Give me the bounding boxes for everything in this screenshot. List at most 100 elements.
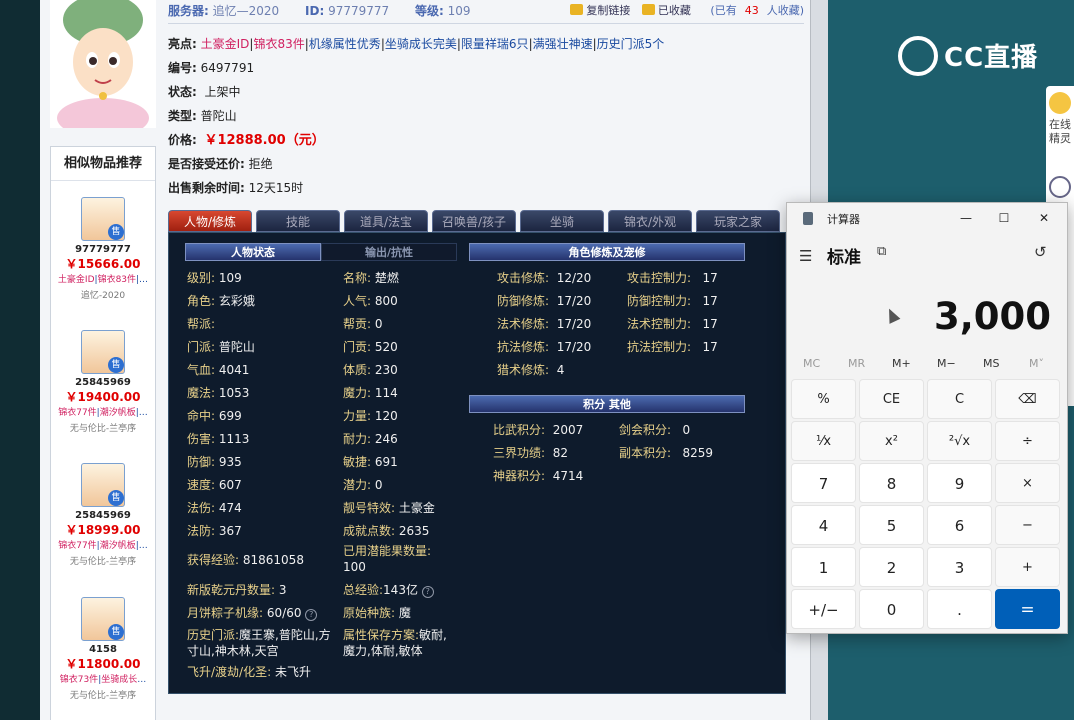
rec-tags: 锦衣77件|潮汐帆板|… [58, 541, 148, 551]
rec-item-3[interactable]: 售 25845969 ￥18999.00 锦衣77件|潮汐帆板|… 无与伦比-兰… [51, 463, 155, 567]
stat-value: 100 [343, 560, 366, 574]
tab-character[interactable]: 人物/修炼 [168, 210, 252, 232]
favorite-button[interactable]: 已收藏 [641, 4, 691, 17]
stat-key: 靓号特效: [343, 501, 396, 515]
nine-button[interactable]: 9 [927, 463, 992, 503]
stat-value: 17 [702, 340, 718, 354]
stat-key: 月饼粽子机缘: [187, 606, 264, 620]
help-icon[interactable]: ? [421, 586, 434, 598]
history-icon[interactable]: ↺ [1034, 243, 1047, 261]
tab-outfits[interactable]: 锦衣/外观 [608, 210, 692, 232]
highlight-tag[interactable]: 历史门派5个 [597, 37, 665, 51]
copy-link-button[interactable]: 复制链接 [570, 4, 630, 17]
rec-id: 25845969 [75, 377, 131, 388]
tab-skills[interactable]: 技能 [256, 210, 340, 232]
highlight-tag[interactable]: 满强壮神速 [533, 37, 593, 51]
rec-tag: 锦衣73件 [59, 675, 99, 685]
stat-key: 抗法控制力: [627, 340, 692, 354]
tab-home[interactable]: 玩家之家 [696, 210, 780, 232]
highlight-tag[interactable]: 机缘属性优秀 [309, 37, 381, 51]
stat-value: 520 [374, 340, 398, 354]
divide-button[interactable]: ÷ [995, 421, 1060, 461]
help-icon[interactable]: ? [305, 609, 318, 621]
memory-store-button[interactable]: MS [983, 357, 999, 370]
six-button[interactable]: 6 [927, 505, 992, 545]
one-button[interactable]: 1 [791, 547, 856, 587]
subtract-button[interactable]: − [995, 505, 1060, 545]
stat-key: 原始种族: [343, 606, 396, 620]
stat-total-exp: 总经验:143亿 ? [343, 581, 434, 598]
memory-add-button[interactable]: M+ [892, 357, 911, 370]
stat-value: 1113 [218, 432, 250, 446]
item-actions: 复制链接 已收藏 (已有 43 人收藏) [562, 0, 804, 22]
stat-key: 神器积分: [493, 469, 546, 483]
rec-thumb[interactable]: 售 [81, 463, 125, 507]
tab-mounts[interactable]: 坐骑 [520, 210, 604, 232]
three-button[interactable]: 3 [927, 547, 992, 587]
score-merit: 三界功绩: 82 [493, 444, 568, 461]
square-button[interactable]: x² [859, 421, 924, 461]
rec-thumb[interactable]: 售 [81, 197, 125, 241]
eight-button[interactable]: 8 [859, 463, 924, 503]
stat-value: 17/20 [556, 317, 592, 331]
seven-button[interactable]: 7 [791, 463, 856, 503]
copy-link-text[interactable]: 复制链接 [586, 4, 630, 17]
five-button[interactable]: 5 [859, 505, 924, 545]
id-value: 97779777 [328, 4, 390, 18]
rec-item-4[interactable]: 售 4158 ￥11800.00 锦衣73件|坐骑成长… 无与伦比-兰亭序 [51, 597, 155, 701]
rec-item-2[interactable]: 售 25845969 ￥19400.00 锦衣77件|潮汐帆板|… 无与伦比-兰… [51, 330, 155, 434]
memory-subtract-button[interactable]: M− [937, 357, 956, 370]
stat-hit: 命中: 699 [187, 407, 242, 424]
rec-thumb[interactable]: 售 [81, 597, 125, 641]
highlight-tag[interactable]: 土豪金ID [201, 37, 250, 51]
two-button[interactable]: 2 [859, 547, 924, 587]
rec-item-1[interactable]: 售 97779777 ￥15666.00 土豪金ID|锦衣83件|… 追忆-20… [51, 197, 155, 301]
clear-button[interactable]: C [927, 379, 992, 419]
memory-clear-button[interactable]: MC [803, 357, 820, 370]
side-label-online[interactable]: 在线精灵 [1049, 118, 1071, 146]
four-button[interactable]: 4 [791, 505, 856, 545]
hamburger-menu-icon[interactable]: ☰ [799, 247, 812, 265]
stat-value: 魔 [398, 606, 411, 620]
backspace-button[interactable]: ⌫ [995, 379, 1060, 419]
tab-pets[interactable]: 召唤兽/孩子 [432, 210, 516, 232]
highlight-tag[interactable]: 锦衣83件 [253, 37, 304, 51]
clear-entry-button[interactable]: CE [859, 379, 924, 419]
percent-button[interactable]: % [791, 379, 856, 419]
decimal-button[interactable]: . [927, 589, 992, 629]
stat-key: 法术控制力: [627, 317, 692, 331]
calculator-display: 3,000 [933, 295, 1051, 338]
stat-key: 人气: [343, 294, 372, 308]
minimize-icon[interactable]: — [955, 207, 977, 229]
price-label: 价格: [168, 133, 197, 147]
memory-recall-button[interactable]: MR [848, 357, 865, 370]
rec-tag: 潮汐帆板 [99, 408, 136, 418]
stat-key: 攻击控制力: [627, 271, 692, 285]
subtab-output[interactable]: 输出/抗性 [321, 243, 457, 261]
subtab-status[interactable]: 人物状态 [185, 243, 321, 261]
square-root-button[interactable]: ²√x [927, 421, 992, 461]
server-label: 服务器: [168, 4, 209, 18]
rec-thumb[interactable]: 售 [81, 330, 125, 374]
highlight-tag[interactable]: 限量祥瑞6只 [461, 37, 529, 51]
stat-key: 耐力: [343, 432, 372, 446]
multiply-button[interactable]: × [995, 463, 1060, 503]
close-icon[interactable]: ✕ [1033, 207, 1055, 229]
favorite-text[interactable]: 已收藏 [658, 4, 691, 17]
equals-button[interactable]: = [995, 589, 1060, 629]
reciprocal-button[interactable]: ⅟x [791, 421, 856, 461]
keep-on-top-icon[interactable]: ⧉ [877, 244, 886, 259]
negate-button[interactable]: +/− [791, 589, 856, 629]
add-button[interactable]: + [995, 547, 1060, 587]
stat-value: 12/20 [556, 271, 592, 285]
tab-items[interactable]: 道具/法宝 [344, 210, 428, 232]
calculator-titlebar[interactable]: 计算器 — ☐ ✕ [787, 203, 1067, 233]
cc-logo-text: CC直播 [944, 43, 1039, 73]
maximize-icon[interactable]: ☐ [993, 207, 1015, 229]
stat-value: 114 [374, 386, 398, 400]
zero-button[interactable]: 0 [859, 589, 924, 629]
memory-list-button[interactable]: M˅ [1029, 357, 1044, 370]
score-dungeon: 副本积分: 8259 [619, 444, 713, 461]
highlight-tag[interactable]: 坐骑成长完美 [385, 37, 457, 51]
stat-key: 潜力: [343, 478, 372, 492]
